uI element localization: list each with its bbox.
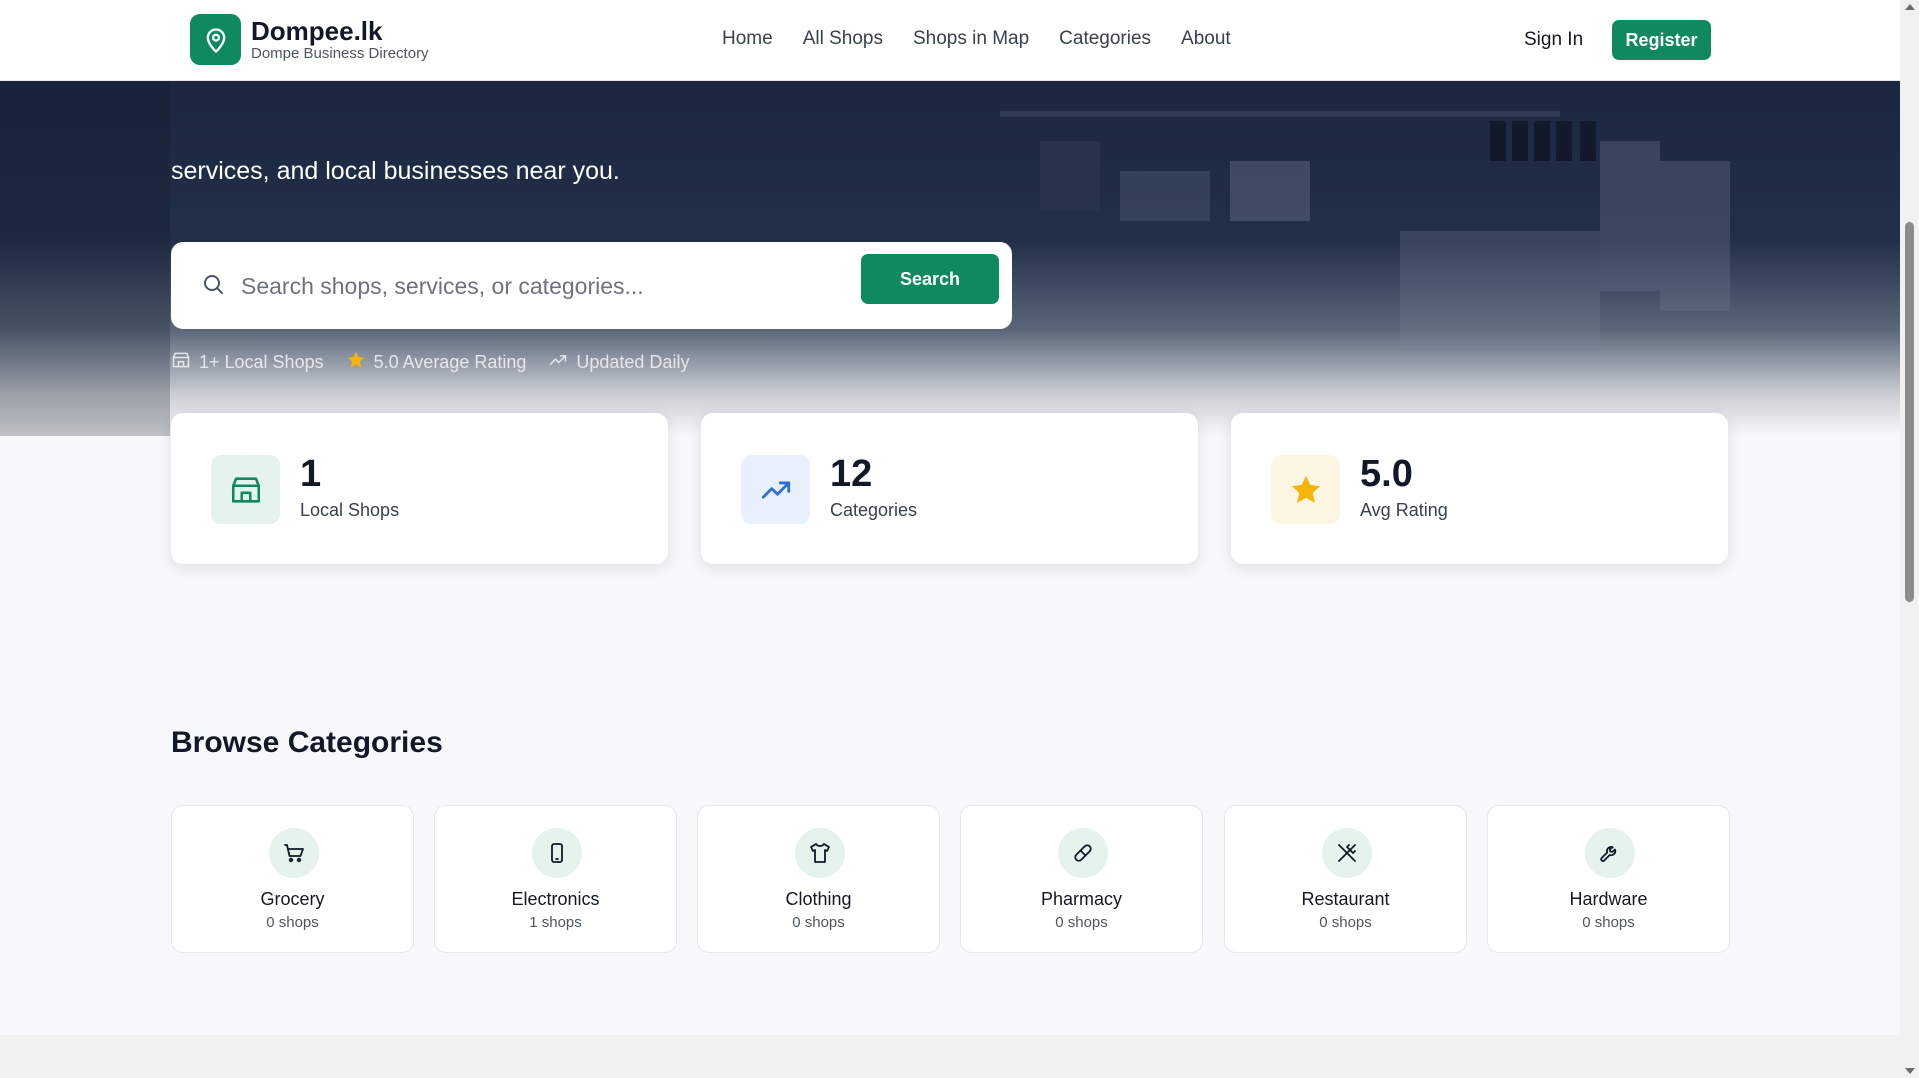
stat-label: Local Shops [300,500,400,520]
store-icon [211,455,280,524]
nav-all-shops[interactable]: All Shops [803,28,883,50]
pill-icon [1058,828,1108,878]
page-scrollbar[interactable] [1900,0,1919,1078]
utensils-icon [1322,828,1372,878]
meta-updated-text: Updated Daily [576,352,690,372]
next-section-band [0,1035,1900,1078]
shirt-icon [795,828,845,878]
category-card-grocery[interactable]: Grocery 0 shops [171,805,414,953]
hero-section: services, and local businesses near you.… [0,81,1900,436]
search-input[interactable] [241,264,801,308]
brand-name: Dompee.lk [251,15,383,46]
brand-subtitle: Dompe Business Directory [251,44,429,62]
category-name: Hardware [1569,889,1648,909]
stat-value: 1 [300,453,322,495]
stat-label: Avg Rating [1360,500,1448,520]
cart-icon [269,828,319,878]
stat-card-local-shops: 1 Local Shops [171,413,668,564]
trending-up-icon [548,350,568,375]
search-button[interactable]: Search [861,254,999,304]
nav-home[interactable]: Home [722,28,773,50]
star-icon [346,350,366,375]
browse-categories-title: Browse Categories [171,726,443,759]
category-count: 0 shops [1319,914,1372,931]
logo[interactable]: Dompee.lk Dompe Business Directory [190,14,429,65]
hero-tagline: services, and local businesses near you. [171,157,620,185]
phone-icon [532,828,582,878]
search-bar: Search [171,242,1012,329]
category-card-hardware[interactable]: Hardware 0 shops [1487,805,1730,953]
meta-rating: 5.0 Average Rating [346,350,527,375]
category-card-electronics[interactable]: Electronics 1 shops [434,805,677,953]
category-count: 0 shops [1582,914,1635,931]
meta-rating-text: 5.0 Average Rating [373,352,527,372]
map-pin-icon [190,14,241,65]
stat-value: 5.0 [1360,453,1413,495]
meta-updated: Updated Daily [548,350,689,375]
stat-value: 12 [830,453,873,495]
category-name: Electronics [511,889,600,909]
sign-in-link[interactable]: Sign In [1524,29,1583,51]
nav-about[interactable]: About [1181,28,1231,50]
stat-label: Categories [830,500,918,520]
scroll-down-arrow-icon[interactable] [1905,1068,1915,1074]
category-count: 0 shops [792,914,845,931]
category-count: 1 shops [529,914,582,931]
category-count: 0 shops [266,914,319,931]
category-name: Clothing [785,889,852,909]
category-card-restaurant[interactable]: Restaurant 0 shops [1224,805,1467,953]
search-icon [201,272,225,301]
trending-up-icon [741,455,810,524]
category-count: 0 shops [1055,914,1108,931]
meta-local-shops: 1+ Local Shops [171,350,324,375]
store-icon [171,350,191,375]
scroll-up-arrow-icon[interactable] [1905,4,1915,10]
nav-shops-in-map[interactable]: Shops in Map [913,28,1029,50]
category-name: Grocery [260,889,325,909]
register-button[interactable]: Register [1612,20,1711,60]
nav-categories[interactable]: Categories [1059,28,1151,50]
hero-meta: 1+ Local Shops 5.0 Average Rating Update… [171,350,689,375]
stat-card-avg-rating: 5.0 Avg Rating [1231,413,1728,564]
meta-local-shops-text: 1+ Local Shops [199,352,324,372]
category-name: Pharmacy [1040,889,1123,909]
category-card-pharmacy[interactable]: Pharmacy 0 shops [960,805,1203,953]
main-nav: Home All Shops Shops in Map Categories A… [722,28,1231,50]
category-card-clothing[interactable]: Clothing 0 shops [697,805,940,953]
scroll-thumb[interactable] [1905,222,1914,602]
category-name: Restaurant [1301,889,1390,909]
site-header: Dompee.lk Dompe Business Directory Home … [0,0,1900,81]
star-icon [1271,455,1340,524]
stat-card-categories: 12 Categories [701,413,1198,564]
wrench-icon [1585,828,1635,878]
